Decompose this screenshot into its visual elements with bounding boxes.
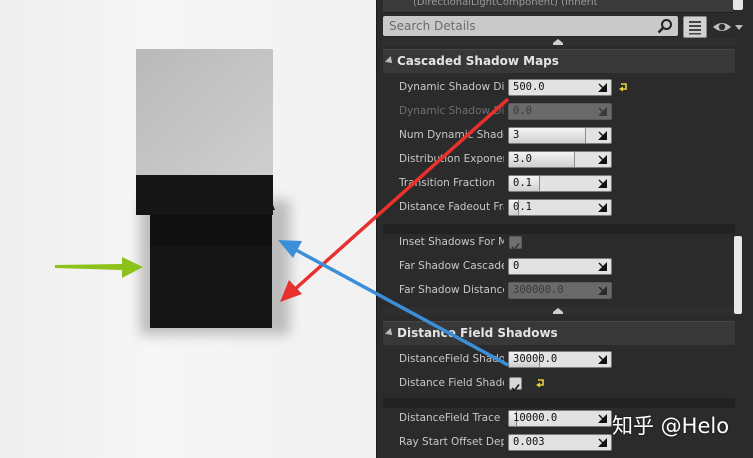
- numeric-input[interactable]: 3: [508, 127, 612, 144]
- prop-label: DistanceField Trace I: [399, 412, 504, 424]
- scrollbar-top-cap[interactable]: [733, 0, 743, 10]
- distancefield-trace-input[interactable]: 10000.0: [508, 410, 612, 427]
- ray-start-offset-input[interactable]: 0.003: [508, 434, 612, 451]
- slider-fill: [509, 128, 586, 143]
- drag-arrow-icon: [598, 155, 607, 164]
- component-path-text: (DirectionalLightComponent) (Inherit: [413, 0, 598, 8]
- checkmark-icon: [511, 242, 520, 251]
- section-grip-middle[interactable]: [383, 307, 735, 315]
- prop-row-far-shadow-cascade: Far Shadow Cascade 0: [383, 255, 735, 279]
- prop-row-cascaded: Distance Fadeout Fra 0.1: [383, 196, 735, 220]
- category-title: Distance Field Shadows: [397, 326, 558, 340]
- drag-arrow-icon: [598, 107, 607, 116]
- drag-arrow-icon: [598, 262, 607, 271]
- drag-arrow-icon: [598, 355, 607, 364]
- category-cascaded-shadow-maps[interactable]: Cascaded Shadow Maps: [383, 49, 735, 73]
- checkmark-icon: [511, 383, 520, 392]
- prop-label: Num Dynamic Shado: [399, 129, 504, 141]
- prop-row-far-shadow-distance: Far Shadow Distance 300000.0: [383, 279, 735, 303]
- inset-shadows-checkbox[interactable]: [509, 236, 522, 251]
- prop-label: Inset Shadows For M: [399, 236, 504, 248]
- cube-front-face: [136, 175, 273, 215]
- numeric-input[interactable]: 0.1: [508, 175, 612, 192]
- numeric-input[interactable]: 0.1: [508, 199, 612, 216]
- scene-render: [55, 49, 290, 335]
- value-text: 300000.0: [513, 284, 564, 296]
- far-shadow-cascade-input[interactable]: 0: [508, 258, 612, 275]
- prop-label: Dynamic Shadow Dis: [399, 81, 504, 93]
- viewport[interactable]: [0, 0, 376, 458]
- drag-arrow-icon: [598, 438, 607, 447]
- expand-arrow-icon[interactable]: [385, 328, 395, 338]
- scrollbar-thumb[interactable]: [734, 236, 742, 314]
- expand-arrow-icon[interactable]: [385, 56, 395, 66]
- category-distance-field-shadows[interactable]: Distance Field Shadows: [383, 321, 735, 345]
- prop-label: Transition Fraction: [399, 177, 496, 189]
- drag-arrow-icon: [598, 83, 607, 92]
- value-text: 10000.0: [513, 412, 558, 424]
- drag-arrow-icon: [598, 131, 607, 140]
- property-matrix-button[interactable]: [683, 16, 707, 38]
- component-path-strip: (DirectionalLightComponent) (Inherit: [383, 0, 733, 13]
- value-text: 500.0: [513, 81, 545, 93]
- search-input[interactable]: [383, 16, 653, 36]
- drag-arrow-icon: [598, 203, 607, 212]
- prop-label: Far Shadow Distance: [399, 284, 504, 296]
- value-text: 3.0: [513, 153, 532, 165]
- cube-front-face-lower: [150, 215, 272, 245]
- search-row: [383, 16, 753, 38]
- distancefield-shadow-input[interactable]: 30000.0: [508, 351, 612, 368]
- distance-field-shadows-checkbox[interactable]: [509, 377, 522, 392]
- value-text: 0.003: [513, 436, 545, 448]
- search-box[interactable]: [383, 16, 678, 36]
- section-grip-top[interactable]: [383, 38, 735, 46]
- category-title: Cascaded Shadow Maps: [397, 54, 559, 68]
- details-panel: (DirectionalLightComponent) (Inherit Sea…: [376, 0, 753, 458]
- green-arrow: [55, 257, 143, 278]
- value-text: 3: [513, 129, 520, 141]
- value-text: 0.1: [513, 177, 532, 189]
- prop-label: Distance Field Shado: [399, 377, 504, 389]
- value-text: 30000.0: [513, 353, 558, 365]
- value-text: 0: [513, 260, 520, 272]
- prop-label: Distribution Exponent: [399, 153, 504, 165]
- prop-row-cascaded: Transition Fraction 0.1: [383, 172, 735, 196]
- list-view-icon: [689, 21, 701, 35]
- drag-arrow-icon: [598, 414, 607, 423]
- reset-to-default-icon[interactable]: [535, 377, 547, 389]
- drag-arrow-icon: [598, 286, 607, 295]
- prop-label: DistanceField Shado: [399, 353, 504, 365]
- numeric-input[interactable]: 3.0: [508, 151, 612, 168]
- prop-row-distancefield-shadow-distance: DistanceField Shado 30000.0: [383, 348, 735, 372]
- prop-label: Far Shadow Cascade: [399, 260, 504, 272]
- drag-arrow-icon: [598, 179, 607, 188]
- value-text: 0.0: [513, 105, 532, 117]
- watermark-text: 知乎 @Helo: [612, 414, 730, 438]
- prop-row-cascaded: Dynamic Shadow Dis 0.0: [383, 100, 735, 124]
- prop-row-distance-field-shadows-toggle: Distance Field Shado: [383, 372, 735, 396]
- prop-label: Ray Start Offset Dep: [399, 436, 504, 448]
- prop-row-inset-shadows: Inset Shadows For M: [383, 231, 735, 255]
- far-shadow-distance-input[interactable]: 300000.0: [508, 282, 612, 299]
- search-icon[interactable]: [657, 18, 673, 34]
- prop-label: Dynamic Shadow Dis: [399, 105, 504, 117]
- prop-row-cascaded: Num Dynamic Shado 3: [383, 124, 735, 148]
- reset-to-default-icon[interactable]: [618, 81, 630, 93]
- cube-top-face: [136, 49, 273, 175]
- prop-row-cascaded: Dynamic Shadow Dis 500.0: [383, 76, 735, 100]
- numeric-input: 0.0: [508, 103, 612, 120]
- prop-label: Distance Fadeout Fra: [399, 201, 504, 213]
- value-text: 0.1: [513, 201, 532, 213]
- numeric-input[interactable]: 500.0: [508, 79, 612, 96]
- prop-row-cascaded: Distribution Exponent 3.0: [383, 148, 735, 172]
